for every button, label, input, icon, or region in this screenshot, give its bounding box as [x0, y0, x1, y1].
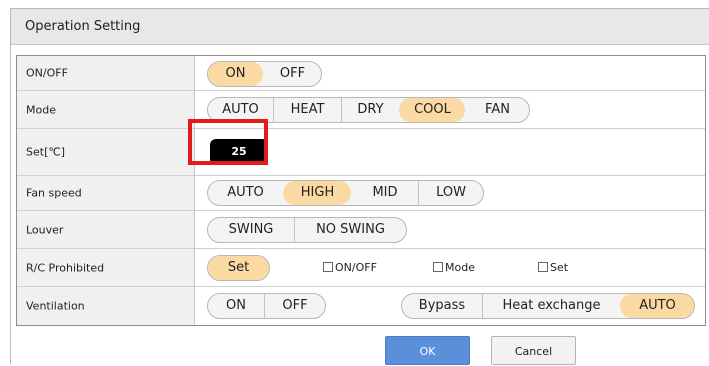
operation-setting-dialog: Operation Setting ON/OFF ON OFF Mode AUT…: [10, 8, 709, 365]
label-onoff: ON/OFF: [17, 56, 195, 90]
ventilation-on-option[interactable]: ON: [208, 294, 264, 318]
rc-set-button[interactable]: Set: [208, 256, 269, 280]
mode-heat-option[interactable]: HEAT: [273, 98, 341, 122]
louver-swing-option[interactable]: SWING: [208, 218, 294, 242]
dialog-title: Operation Setting: [25, 19, 141, 34]
label-rc-prohibited-text: R/C Prohibited: [26, 261, 105, 274]
dialog-titlebar: Operation Setting: [11, 9, 709, 45]
row-louver: Louver SWING NO SWING: [17, 211, 705, 249]
label-mode: Mode: [17, 91, 195, 128]
fan-mid-option[interactable]: MID: [351, 181, 418, 205]
ventilation-bypass-option[interactable]: Bypass: [402, 294, 482, 318]
fan-low-option[interactable]: LOW: [418, 181, 483, 205]
louver-selector: SWING NO SWING: [207, 217, 407, 243]
ventilation-mode-selector: Bypass Heat exchange AUTO: [401, 293, 695, 319]
fan-high-option[interactable]: HIGH: [283, 181, 351, 205]
fan-auto-option[interactable]: AUTO: [208, 181, 283, 205]
label-louver-text: Louver: [26, 223, 64, 236]
cancel-button[interactable]: Cancel: [491, 336, 576, 365]
checkbox-icon: [538, 262, 548, 272]
checkbox-icon: [433, 262, 443, 272]
row-set-temperature: Set[℃] 25: [17, 129, 705, 176]
rc-check-mode-label: Mode: [445, 261, 475, 274]
ok-button[interactable]: OK: [385, 336, 470, 365]
rc-check-onoff-label: ON/OFF: [335, 261, 377, 274]
rc-check-onoff[interactable]: ON/OFF: [323, 261, 377, 274]
highlight-box: [188, 119, 268, 165]
label-set: Set[℃]: [17, 129, 195, 175]
mode-fan-option[interactable]: FAN: [465, 98, 529, 122]
row-rc-prohibited: R/C Prohibited Set ON/OFF Mode Set: [17, 249, 705, 287]
label-fan-speed-text: Fan speed: [26, 186, 82, 200]
rc-check-set-label: Set: [550, 261, 569, 274]
ventilation-onoff-toggle: ON OFF: [207, 293, 326, 319]
label-ventilation-text: Ventilation: [26, 299, 85, 313]
rc-check-mode[interactable]: Mode: [433, 261, 475, 274]
row-ventilation: Ventilation ON OFF Bypass Heat exchange …: [17, 287, 705, 325]
ventilation-off-option[interactable]: OFF: [264, 294, 325, 318]
row-fan-speed: Fan speed AUTO HIGH MID LOW: [17, 176, 705, 211]
settings-table: ON/OFF ON OFF Mode AUTO HEAT DRY COOL FA…: [16, 55, 706, 326]
label-mode-text: Mode: [26, 103, 56, 116]
rc-check-set[interactable]: Set: [538, 261, 568, 274]
louver-no-swing-option[interactable]: NO SWING: [294, 218, 406, 242]
label-onoff-text: ON/OFF: [26, 66, 68, 80]
onoff-on-option[interactable]: ON: [208, 62, 263, 86]
label-fan-speed: Fan speed: [17, 176, 195, 210]
row-onoff: ON/OFF ON OFF: [17, 56, 705, 91]
mode-dry-option[interactable]: DRY: [341, 98, 399, 122]
ventilation-heat-exchange-option[interactable]: Heat exchange: [482, 294, 620, 318]
onoff-toggle: ON OFF: [207, 61, 322, 87]
onoff-off-option[interactable]: OFF: [263, 62, 321, 86]
label-louver: Louver: [17, 211, 195, 248]
rc-set-toggle: Set: [207, 255, 270, 281]
label-set-text: Set[℃]: [26, 145, 65, 159]
checkbox-icon: [323, 262, 333, 272]
fan-speed-selector: AUTO HIGH MID LOW: [207, 180, 484, 206]
row-mode: Mode AUTO HEAT DRY COOL FAN: [17, 91, 705, 129]
ventilation-auto-option[interactable]: AUTO: [620, 294, 694, 318]
label-rc-prohibited: R/C Prohibited: [17, 249, 195, 286]
mode-cool-option[interactable]: COOL: [399, 98, 465, 122]
label-ventilation: Ventilation: [17, 287, 195, 325]
